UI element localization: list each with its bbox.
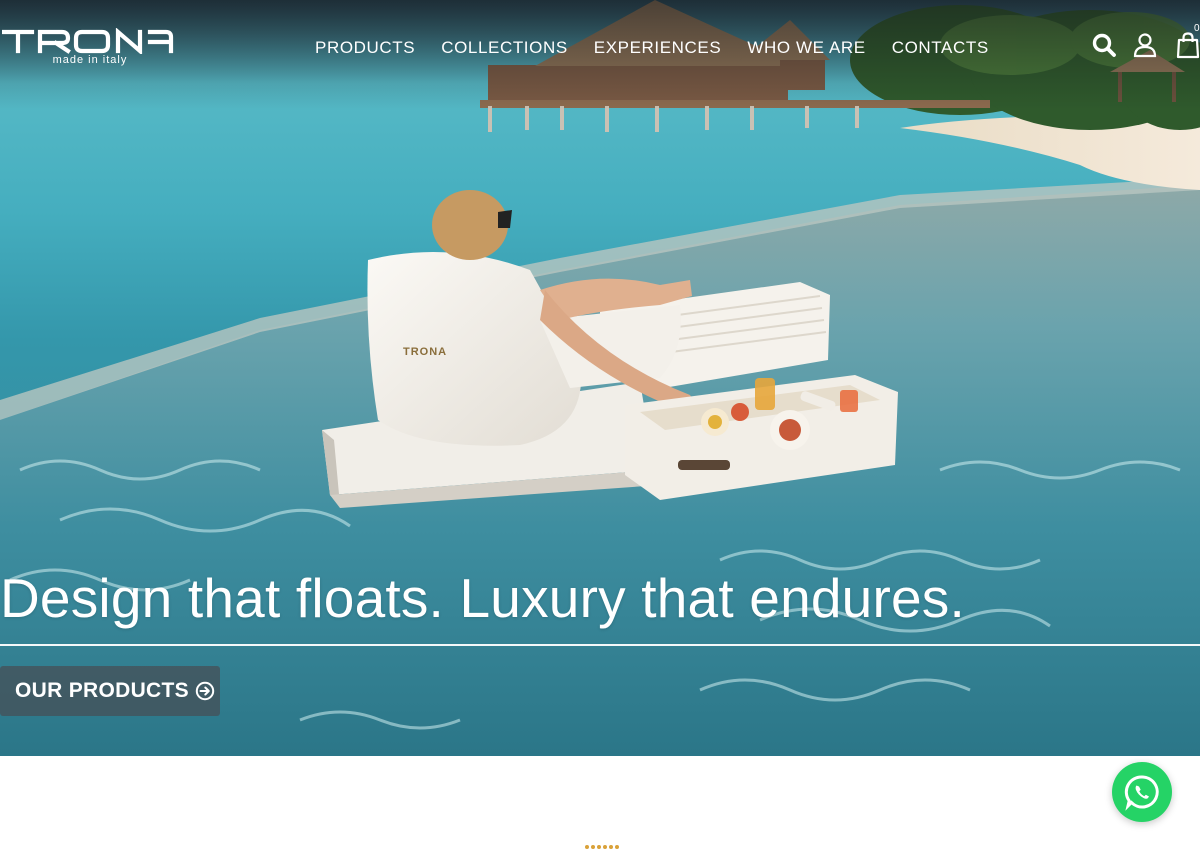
whatsapp-chat-button[interactable]	[1112, 762, 1172, 822]
nav-item-experiences[interactable]: EXPERIENCES	[581, 36, 735, 60]
our-products-label: OUR PRODUCTS	[15, 679, 189, 702]
loader-dot	[591, 845, 595, 849]
hero-divider	[0, 644, 1200, 646]
arrow-circle-right-icon	[195, 681, 215, 701]
loader-dot	[609, 845, 613, 849]
loader-dot	[615, 845, 619, 849]
our-products-button[interactable]: OUR PRODUCTS	[0, 666, 220, 716]
nav-item-products[interactable]: PRODUCTS	[302, 36, 428, 60]
loader-dot	[603, 845, 607, 849]
nav-item-who-we-are[interactable]: WHO WE ARE	[734, 36, 878, 60]
cart-count-badge: 0	[1194, 23, 1200, 34]
hero-headline: Design that floats. Luxury that endures.	[0, 567, 965, 629]
whatsapp-icon	[1124, 775, 1159, 811]
svg-text:TRONA: TRONA	[403, 346, 447, 358]
logo-tagline: made in italy	[52, 54, 128, 66]
logo-wordmark	[2, 28, 174, 54]
loader-dot	[585, 845, 589, 849]
shopping-bag-icon[interactable]	[1174, 31, 1200, 59]
loader-dot	[597, 845, 601, 849]
hero-section: TRONA	[0, 0, 1200, 756]
brand-logo[interactable]: made in italy	[2, 28, 174, 68]
nav-item-collections[interactable]: COLLECTIONS	[428, 36, 581, 60]
main-navigation: PRODUCTS COLLECTIONS EXPERIENCES WHO WE …	[302, 36, 1002, 60]
user-icon[interactable]	[1131, 31, 1159, 59]
nav-item-contacts[interactable]: CONTACTS	[879, 36, 1002, 60]
hero-image: TRONA	[0, 0, 1200, 756]
loading-indicator	[585, 845, 619, 850]
search-icon[interactable]	[1090, 31, 1118, 59]
